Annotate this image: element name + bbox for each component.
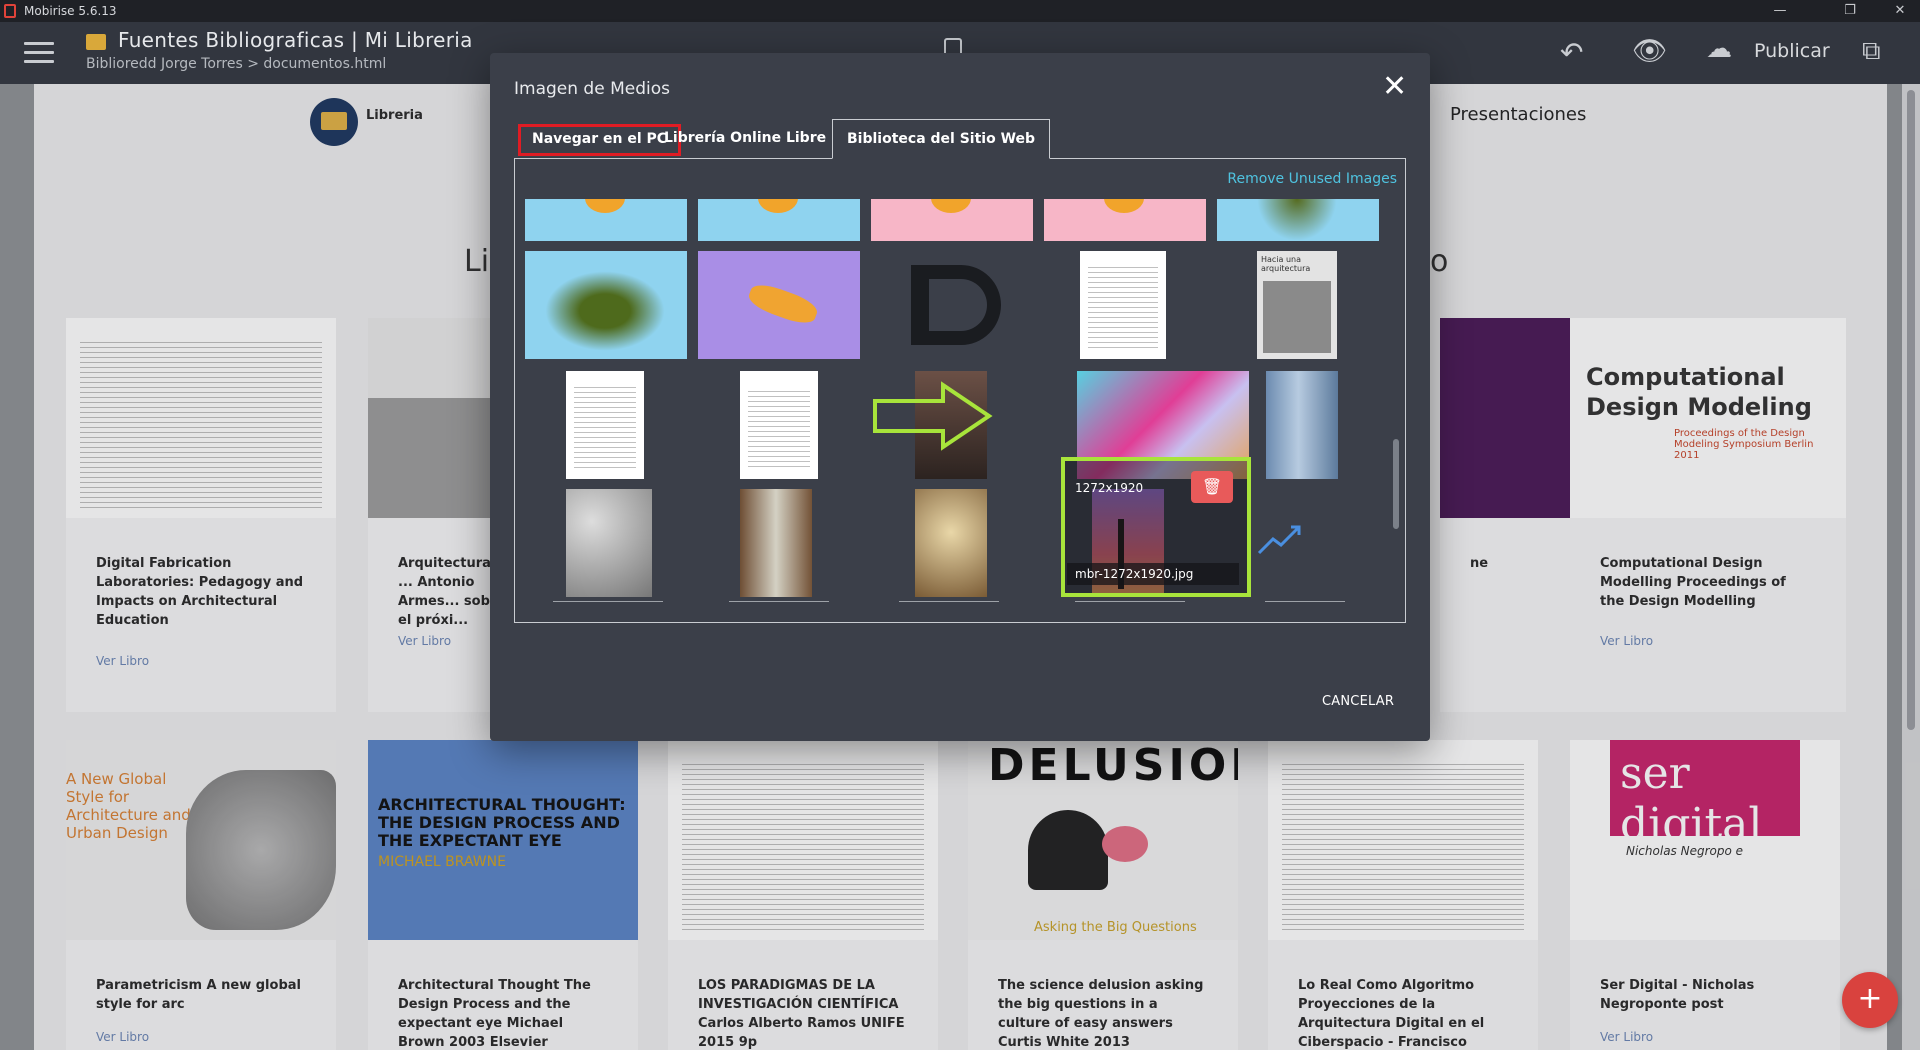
image-thumbnail[interactable] — [698, 251, 860, 359]
add-block-button[interactable]: + — [1842, 972, 1898, 1028]
media-scrollbar[interactable] — [1393, 229, 1399, 609]
maximize-button[interactable]: ❐ — [1830, 2, 1870, 20]
image-thumbnail[interactable] — [698, 199, 860, 241]
image-thumbnail[interactable] — [915, 489, 987, 597]
breadcrumb[interactable]: Biblioredd Jorge Torres > documentos.htm… — [86, 56, 386, 72]
cancel-button[interactable]: CANCELAR — [1322, 694, 1394, 709]
image-thumbnail[interactable] — [871, 199, 1033, 241]
remove-unused-images-link[interactable]: Remove Unused Images — [1227, 171, 1397, 187]
document-thumbnail[interactable] — [1080, 251, 1166, 359]
image-thumbnail[interactable] — [1266, 371, 1338, 479]
image-thumbnail[interactable] — [525, 251, 687, 359]
image-thumbnail[interactable] — [1044, 199, 1206, 241]
window-title: Mobirise 5.6.13 — [24, 4, 117, 18]
project-icon — [86, 34, 106, 50]
mobirise-app-icon — [4, 4, 16, 18]
publish-button[interactable]: Publicar — [1754, 40, 1830, 62]
media-library-panel: Remove Unused Images Hacia una arquitect… — [514, 158, 1406, 623]
image-thumbnail[interactable] — [1217, 199, 1379, 241]
thumb-text: Hacia una arquitectura — [1261, 255, 1311, 273]
modal-title: Imagen de Medios — [514, 79, 670, 99]
project-title: Fuentes Bibliograficas | Mi Libreria — [118, 28, 473, 52]
chart-trend-icon[interactable] — [1255, 519, 1305, 559]
delete-image-button[interactable]: 🗑 — [1191, 471, 1233, 503]
trash-icon: 🗑 — [1201, 477, 1223, 496]
image-thumbnail[interactable] — [525, 199, 687, 241]
document-thumbnail[interactable] — [740, 371, 818, 479]
window-titlebar: Mobirise 5.6.13 — ❐ ✕ — [0, 0, 1920, 22]
image-thumbnail[interactable] — [871, 251, 1033, 359]
close-window-button[interactable]: ✕ — [1880, 2, 1920, 20]
image-size-label: 1272x1920 — [1075, 481, 1144, 495]
document-thumbnail[interactable] — [566, 371, 644, 479]
image-thumbnail[interactable] — [740, 489, 812, 597]
cloud-upload-icon[interactable]: ☁ — [1706, 34, 1732, 64]
minimize-button[interactable]: — — [1760, 2, 1800, 20]
undo-icon[interactable]: ↶ — [1560, 36, 1583, 69]
annotation-right-arrow-icon — [873, 381, 993, 451]
image-thumbnail[interactable]: Hacia una arquitectura — [1257, 251, 1337, 359]
hamburger-icon[interactable] — [24, 42, 54, 64]
blocks-icon[interactable]: ⧉ — [1862, 36, 1881, 67]
tab-biblioteca-sitio[interactable]: Biblioteca del Sitio Web — [832, 119, 1051, 159]
image-thumbnail[interactable] — [566, 489, 652, 597]
media-image-modal: Imagen de Medios ✕ Navegar en el PC Libr… — [490, 53, 1430, 741]
close-icon[interactable]: ✕ — [1382, 69, 1407, 104]
eye-icon[interactable]: 👁 — [1632, 34, 1668, 67]
image-filename-label: mbr-1272x1920.jpg — [1067, 563, 1239, 585]
tab-libreria-online[interactable]: Librería Online Libre — [650, 119, 840, 159]
